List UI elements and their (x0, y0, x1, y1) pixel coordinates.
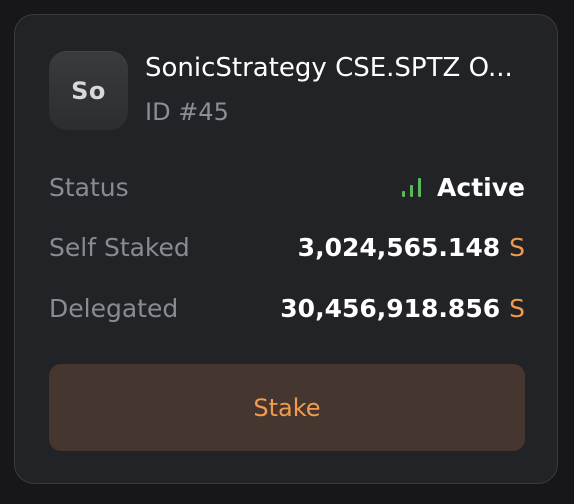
self-staked-row: Self Staked 3,024,565.148 S (49, 229, 525, 265)
self-staked-label: Self Staked (49, 232, 190, 262)
status-label: Status (49, 172, 129, 202)
status-text: Active (437, 172, 525, 202)
delegated-row: Delegated 30,456,918.856 S (49, 290, 525, 326)
validator-avatar: So (49, 51, 128, 130)
stake-button-label: Stake (253, 393, 321, 422)
self-staked-amount: 3,024,565.148 (297, 232, 501, 262)
delegated-label: Delegated (49, 293, 179, 323)
delegated-amount: 30,456,918.856 (280, 293, 501, 323)
status-row: Status Active (49, 169, 525, 205)
self-staked-unit: S (509, 232, 525, 262)
signal-bars-icon (402, 178, 422, 197)
status-value: Active (401, 173, 525, 202)
delegated-value: 30,456,918.856 S (280, 294, 525, 323)
validator-name: SonicStrategy CSE.SPTZ O... (145, 53, 513, 83)
avatar-initials: So (71, 76, 106, 105)
stake-button[interactable]: Stake (49, 364, 525, 451)
delegated-unit: S (509, 293, 525, 323)
validator-card: So SonicStrategy CSE.SPTZ O... ID #45 St… (14, 14, 558, 484)
validator-id: ID #45 (145, 98, 229, 126)
self-staked-value: 3,024,565.148 S (298, 233, 525, 262)
